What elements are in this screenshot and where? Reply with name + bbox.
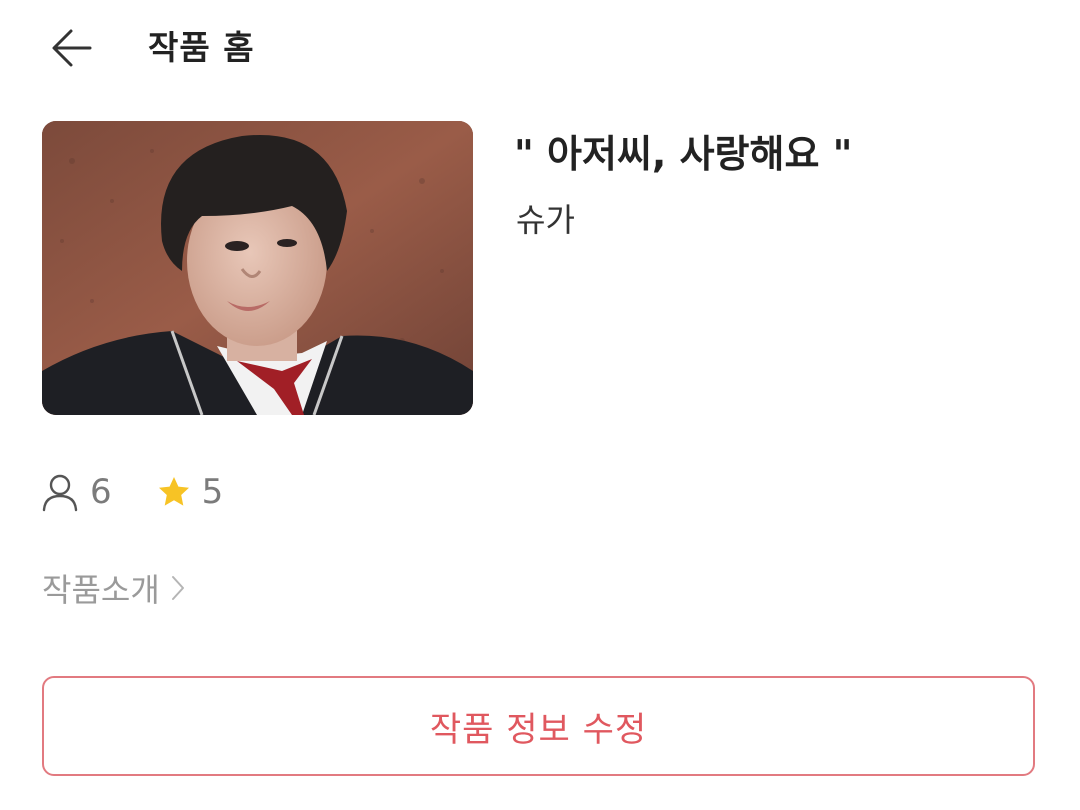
readers-count: 6	[90, 472, 112, 512]
top-bar: 작품 홈	[0, 0, 1080, 96]
work-stats: 6 5	[40, 466, 223, 518]
chevron-right-icon	[170, 573, 186, 603]
work-intro-label: 작품소개	[42, 571, 160, 609]
page-title: 작품 홈	[148, 28, 255, 67]
work-title: " 아저씨, 사랑해요 "	[514, 132, 853, 176]
edit-work-info-label: 작품 정보 수정	[429, 709, 648, 750]
edit-work-info-button[interactable]: 작품 정보 수정	[42, 676, 1035, 776]
rating-stat: 5	[156, 472, 224, 512]
work-intro-link[interactable]: 작품소개	[42, 564, 186, 612]
rating-value: 5	[201, 472, 224, 512]
person-icon	[42, 474, 78, 512]
author-name: 슈가	[516, 201, 575, 239]
arrow-left-icon	[52, 29, 92, 67]
star-icon	[158, 477, 189, 506]
cover-image	[42, 121, 473, 415]
back-button[interactable]	[44, 22, 100, 74]
readers-stat: 6	[40, 472, 112, 512]
